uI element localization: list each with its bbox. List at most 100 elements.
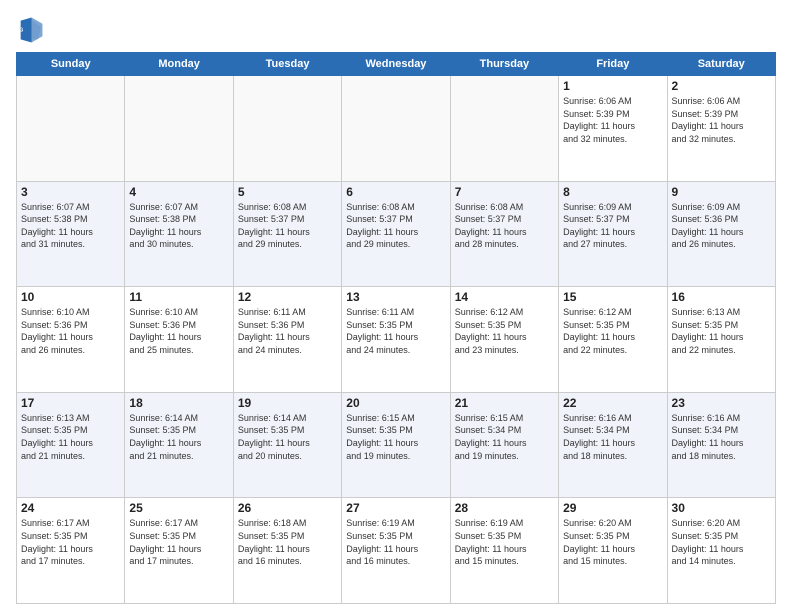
day-info: Sunrise: 6:09 AM Sunset: 5:36 PM Dayligh…: [672, 201, 771, 251]
calendar-cell: 4 Sunrise: 6:07 AM Sunset: 5:38 PM Daylig…: [125, 181, 233, 287]
day-number: 4: [129, 185, 228, 199]
calendar-week-row: 1Sunrise: 6:06 AM Sunset: 5:39 PM Daylig…: [17, 76, 776, 182]
day-info: Sunrise: 6:16 AM Sunset: 5:34 PM Dayligh…: [563, 412, 662, 462]
day-number: 9: [672, 185, 771, 199]
calendar-cell: 14Sunrise: 6:12 AM Sunset: 5:35 PM Dayli…: [450, 287, 558, 393]
calendar-week-row: 17 Sunrise: 6:13 AM Sunset: 5:35 PM Dayli…: [17, 392, 776, 498]
calendar-cell: [233, 76, 341, 182]
calendar-cell: 26 Sunrise: 6:18 AM Sunset: 5:35 PM Dayli…: [233, 498, 341, 604]
calendar-cell: 25 Sunrise: 6:17 AM Sunset: 5:35 PM Dayli…: [125, 498, 233, 604]
day-info: Sunrise: 6:19 AM Sunset: 5:35 PM Dayligh…: [346, 517, 445, 567]
calendar-cell: 17 Sunrise: 6:13 AM Sunset: 5:35 PM Dayli…: [17, 392, 125, 498]
day-info: Sunrise: 6:13 AM Sunset: 5:35 PM Dayligh…: [672, 306, 771, 356]
calendar-cell: [450, 76, 558, 182]
calendar-cell: 5 Sunrise: 6:08 AM Sunset: 5:37 PM Daylig…: [233, 181, 341, 287]
day-number: 2: [672, 79, 771, 93]
calendar-cell: 6 Sunrise: 6:08 AM Sunset: 5:37 PM Daylig…: [342, 181, 450, 287]
logo-icon: G: [16, 16, 44, 44]
day-info: Sunrise: 6:12 AM Sunset: 5:35 PM Dayligh…: [455, 306, 554, 356]
day-info: Sunrise: 6:14 AM Sunset: 5:35 PM Dayligh…: [238, 412, 337, 462]
day-info: Sunrise: 6:17 AM Sunset: 5:35 PM Dayligh…: [21, 517, 120, 567]
calendar-cell: 1Sunrise: 6:06 AM Sunset: 5:39 PM Daylig…: [559, 76, 667, 182]
calendar-table: SundayMondayTuesdayWednesdayThursdayFrid…: [16, 52, 776, 604]
day-of-week-header: Saturday: [667, 53, 775, 76]
calendar-cell: 12Sunrise: 6:11 AM Sunset: 5:36 PM Dayli…: [233, 287, 341, 393]
day-info: Sunrise: 6:08 AM Sunset: 5:37 PM Dayligh…: [346, 201, 445, 251]
day-of-week-header: Friday: [559, 53, 667, 76]
page: G SundayMondayTuesdayWednesdayThursdayFr…: [0, 0, 792, 612]
day-of-week-header: Wednesday: [342, 53, 450, 76]
day-of-week-header: Monday: [125, 53, 233, 76]
day-number: 26: [238, 501, 337, 515]
day-info: Sunrise: 6:12 AM Sunset: 5:35 PM Dayligh…: [563, 306, 662, 356]
day-info: Sunrise: 6:14 AM Sunset: 5:35 PM Dayligh…: [129, 412, 228, 462]
day-number: 10: [21, 290, 120, 304]
day-number: 18: [129, 396, 228, 410]
day-number: 17: [21, 396, 120, 410]
day-info: Sunrise: 6:18 AM Sunset: 5:35 PM Dayligh…: [238, 517, 337, 567]
day-info: Sunrise: 6:09 AM Sunset: 5:37 PM Dayligh…: [563, 201, 662, 251]
day-info: Sunrise: 6:06 AM Sunset: 5:39 PM Dayligh…: [563, 95, 662, 145]
calendar-cell: 20Sunrise: 6:15 AM Sunset: 5:35 PM Dayli…: [342, 392, 450, 498]
day-info: Sunrise: 6:20 AM Sunset: 5:35 PM Dayligh…: [563, 517, 662, 567]
calendar-cell: 18 Sunrise: 6:14 AM Sunset: 5:35 PM Dayli…: [125, 392, 233, 498]
day-number: 8: [563, 185, 662, 199]
day-number: 16: [672, 290, 771, 304]
calendar-cell: 23 Sunrise: 6:16 AM Sunset: 5:34 PM Dayli…: [667, 392, 775, 498]
day-info: Sunrise: 6:16 AM Sunset: 5:34 PM Dayligh…: [672, 412, 771, 462]
calendar-cell: 9 Sunrise: 6:09 AM Sunset: 5:36 PM Daylig…: [667, 181, 775, 287]
day-number: 15: [563, 290, 662, 304]
logo: G: [16, 16, 46, 44]
calendar-cell: 11 Sunrise: 6:10 AM Sunset: 5:36 PM Dayli…: [125, 287, 233, 393]
day-number: 19: [238, 396, 337, 410]
day-info: Sunrise: 6:13 AM Sunset: 5:35 PM Dayligh…: [21, 412, 120, 462]
calendar-cell: 21 Sunrise: 6:15 AM Sunset: 5:34 PM Dayli…: [450, 392, 558, 498]
calendar-cell: [17, 76, 125, 182]
calendar-week-row: 24 Sunrise: 6:17 AM Sunset: 5:35 PM Dayli…: [17, 498, 776, 604]
day-info: Sunrise: 6:15 AM Sunset: 5:35 PM Dayligh…: [346, 412, 445, 462]
day-info: Sunrise: 6:08 AM Sunset: 5:37 PM Dayligh…: [455, 201, 554, 251]
calendar-cell: 2 Sunrise: 6:06 AM Sunset: 5:39 PM Daylig…: [667, 76, 775, 182]
calendar-cell: 10 Sunrise: 6:10 AM Sunset: 5:36 PM Dayli…: [17, 287, 125, 393]
day-number: 5: [238, 185, 337, 199]
day-number: 30: [672, 501, 771, 515]
header: G: [16, 12, 776, 44]
day-info: Sunrise: 6:20 AM Sunset: 5:35 PM Dayligh…: [672, 517, 771, 567]
day-info: Sunrise: 6:11 AM Sunset: 5:35 PM Dayligh…: [346, 306, 445, 356]
day-number: 13: [346, 290, 445, 304]
day-info: Sunrise: 6:06 AM Sunset: 5:39 PM Dayligh…: [672, 95, 771, 145]
calendar-week-row: 3 Sunrise: 6:07 AM Sunset: 5:38 PM Daylig…: [17, 181, 776, 287]
day-number: 11: [129, 290, 228, 304]
day-number: 23: [672, 396, 771, 410]
day-number: 24: [21, 501, 120, 515]
calendar-cell: [342, 76, 450, 182]
day-info: Sunrise: 6:15 AM Sunset: 5:34 PM Dayligh…: [455, 412, 554, 462]
day-of-week-header: Tuesday: [233, 53, 341, 76]
calendar-cell: 13 Sunrise: 6:11 AM Sunset: 5:35 PM Dayli…: [342, 287, 450, 393]
day-number: 27: [346, 501, 445, 515]
day-of-week-header: Thursday: [450, 53, 558, 76]
svg-text:G: G: [19, 28, 23, 34]
calendar-cell: 27 Sunrise: 6:19 AM Sunset: 5:35 PM Dayli…: [342, 498, 450, 604]
day-info: Sunrise: 6:17 AM Sunset: 5:35 PM Dayligh…: [129, 517, 228, 567]
day-number: 21: [455, 396, 554, 410]
day-info: Sunrise: 6:19 AM Sunset: 5:35 PM Dayligh…: [455, 517, 554, 567]
calendar-cell: 15 Sunrise: 6:12 AM Sunset: 5:35 PM Dayli…: [559, 287, 667, 393]
calendar-cell: 29 Sunrise: 6:20 AM Sunset: 5:35 PM Dayli…: [559, 498, 667, 604]
day-number: 29: [563, 501, 662, 515]
day-number: 7: [455, 185, 554, 199]
calendar-header-row: SundayMondayTuesdayWednesdayThursdayFrid…: [17, 53, 776, 76]
day-number: 6: [346, 185, 445, 199]
calendar-week-row: 10 Sunrise: 6:10 AM Sunset: 5:36 PM Dayli…: [17, 287, 776, 393]
day-of-week-header: Sunday: [17, 53, 125, 76]
day-info: Sunrise: 6:07 AM Sunset: 5:38 PM Dayligh…: [21, 201, 120, 251]
day-info: Sunrise: 6:08 AM Sunset: 5:37 PM Dayligh…: [238, 201, 337, 251]
day-info: Sunrise: 6:10 AM Sunset: 5:36 PM Dayligh…: [129, 306, 228, 356]
day-info: Sunrise: 6:10 AM Sunset: 5:36 PM Dayligh…: [21, 306, 120, 356]
calendar-cell: 16 Sunrise: 6:13 AM Sunset: 5:35 PM Dayli…: [667, 287, 775, 393]
day-info: Sunrise: 6:07 AM Sunset: 5:38 PM Dayligh…: [129, 201, 228, 251]
day-number: 25: [129, 501, 228, 515]
day-number: 3: [21, 185, 120, 199]
calendar-cell: 3 Sunrise: 6:07 AM Sunset: 5:38 PM Daylig…: [17, 181, 125, 287]
calendar-cell: 30 Sunrise: 6:20 AM Sunset: 5:35 PM Dayli…: [667, 498, 775, 604]
